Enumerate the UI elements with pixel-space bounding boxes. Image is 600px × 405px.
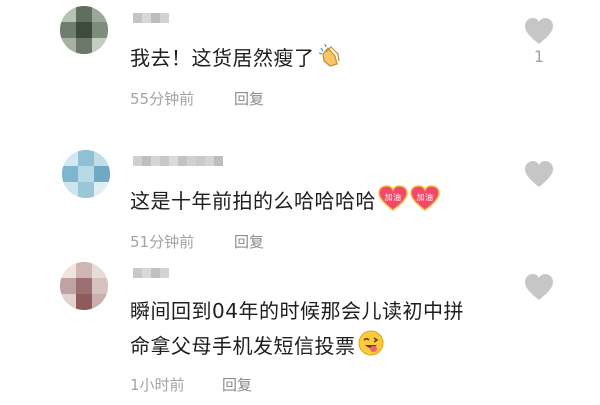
svg-text:加油: 加油: [385, 192, 402, 202]
reply-button[interactable]: 回复: [222, 374, 252, 395]
like-count: 1: [533, 47, 545, 66]
timestamp: 1小时前: [130, 376, 185, 394]
reply-button[interactable]: 回复: [234, 88, 264, 109]
comment-line-1: 瞬间回到04年的时候那会儿读初中拼: [130, 299, 464, 323]
cheer-heart-emoji: 加油: [378, 185, 408, 219]
comment-line-2: 命拿父母手机发短信投票: [130, 330, 464, 364]
heart-icon[interactable]: [524, 17, 554, 47]
reply-button[interactable]: 回复: [234, 231, 264, 252]
avatar[interactable]: [60, 6, 108, 54]
username-blurred[interactable]: [133, 13, 169, 23]
avatar[interactable]: [62, 150, 110, 198]
svg-text:加油: 加油: [417, 192, 434, 202]
winking-tongue-emoji: [358, 330, 384, 364]
timestamp: 51分钟前: [130, 233, 195, 251]
username-blurred[interactable]: [133, 156, 223, 166]
avatar[interactable]: [60, 262, 108, 310]
comment-text: 瞬间回到04年的时候那会儿读初中拼 命拿父母手机发短信投票: [130, 297, 464, 364]
clapping-hands-emoji: [317, 42, 343, 76]
heart-icon[interactable]: [524, 273, 554, 303]
timestamp: 55分钟前: [130, 90, 195, 108]
comment-text: 我去！这货居然瘦了: [130, 42, 343, 76]
cheer-heart-emoji: 加油: [410, 185, 440, 219]
comment-text: 这是十年前拍的么哈哈哈哈 加油 加油: [130, 185, 440, 219]
username-blurred[interactable]: [133, 268, 169, 278]
heart-icon[interactable]: [524, 160, 554, 190]
